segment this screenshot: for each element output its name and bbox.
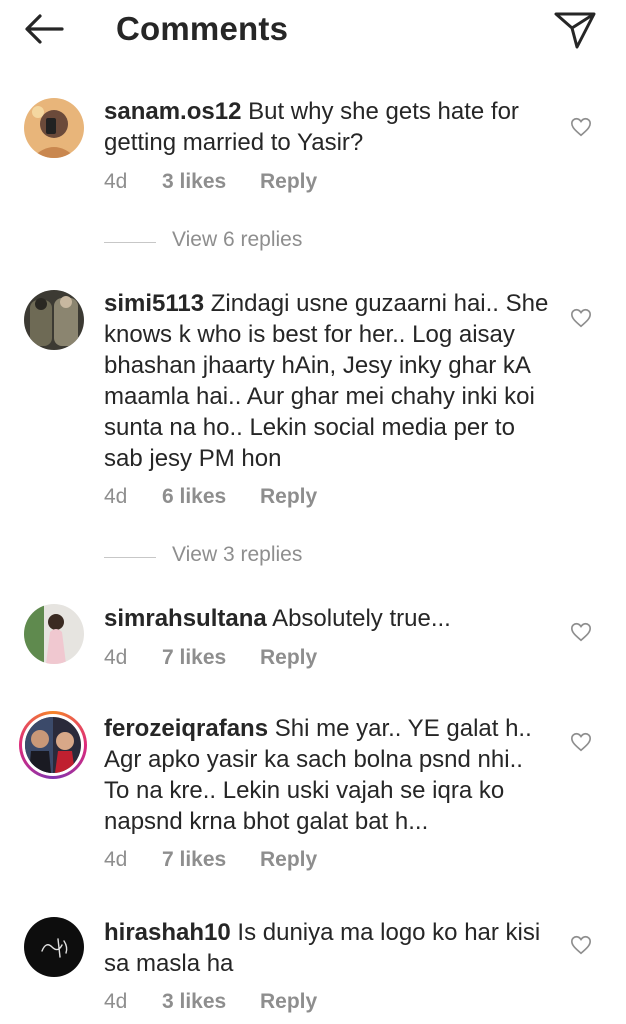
comment-meta: 4d 7 likes Reply — [104, 848, 317, 872]
back-arrow-icon — [25, 14, 64, 44]
heart-icon — [571, 308, 591, 328]
comment-text: simi5113 Zindagi usne guzaarni hai.. She… — [104, 288, 554, 474]
comment-time: 4d — [104, 848, 128, 871]
reply-button[interactable]: Reply — [260, 990, 317, 1014]
reply-button[interactable]: Reply — [260, 646, 317, 670]
comment-meta: 4d 3 likes Reply — [104, 990, 317, 1014]
heart-icon — [571, 117, 591, 137]
comment-body: Absolutely true... — [272, 605, 451, 632]
like-button[interactable] — [570, 307, 592, 329]
comment-time: 4d — [104, 646, 128, 669]
comment-username[interactable]: simi5113 — [104, 290, 204, 317]
back-button[interactable] — [22, 10, 66, 48]
heart-icon — [571, 622, 591, 642]
send-icon — [554, 12, 596, 49]
comment-body: Zindagi usne guzaarni hai.. She knows k … — [104, 290, 549, 472]
avatar[interactable] — [24, 290, 84, 350]
avatar[interactable] — [24, 98, 84, 158]
avatar-photo — [25, 717, 81, 773]
comment-likes[interactable]: 6 likes — [162, 485, 260, 509]
avatar-photo — [24, 290, 84, 350]
like-button[interactable] — [570, 934, 592, 956]
comment-likes[interactable]: 3 likes — [162, 990, 260, 1014]
comment-meta: 4d 7 likes Reply — [104, 646, 317, 670]
comment-text: hirashah10 Is duniya ma logo ko har kisi… — [104, 917, 554, 979]
comment-likes[interactable]: 3 likes — [162, 170, 260, 194]
comment-username[interactable]: hirashah10 — [104, 919, 231, 946]
view-replies-label: View 6 replies — [172, 228, 303, 251]
share-button[interactable] — [553, 8, 597, 52]
like-button[interactable] — [570, 621, 592, 643]
avatar-photo — [24, 98, 84, 158]
reply-button[interactable]: Reply — [260, 485, 317, 509]
top-bar: Comments — [0, 0, 626, 62]
like-button[interactable] — [570, 731, 592, 753]
comment-username[interactable]: sanam.os12 — [104, 98, 241, 125]
avatar-photo — [24, 917, 84, 977]
avatar[interactable] — [24, 604, 84, 664]
heart-icon — [571, 935, 591, 955]
view-replies-label: View 3 replies — [172, 543, 303, 566]
avatar — [22, 714, 84, 776]
comment-username[interactable]: simrahsultana — [104, 605, 267, 632]
divider-line — [104, 242, 156, 243]
comment-likes[interactable]: 7 likes — [162, 848, 260, 872]
heart-icon — [571, 732, 591, 752]
comment-text: ferozeiqrafans Shi me yar.. YE galat h..… — [104, 713, 554, 837]
avatar-story-ring[interactable] — [19, 711, 87, 779]
comment-meta: 4d 6 likes Reply — [104, 485, 317, 509]
comment-username[interactable]: ferozeiqrafans — [104, 715, 268, 742]
avatar[interactable] — [24, 917, 84, 977]
page-title: Comments — [116, 10, 289, 47]
comment-likes[interactable]: 7 likes — [162, 646, 260, 670]
divider-line — [104, 557, 156, 558]
comment-meta: 4d 3 likes Reply — [104, 170, 317, 194]
comment-text: sanam.os12 But why she gets hate for get… — [104, 96, 554, 158]
comment-time: 4d — [104, 170, 128, 193]
comment-text: simrahsultana Absolutely true... — [104, 603, 554, 634]
like-button[interactable] — [570, 116, 592, 138]
avatar-photo — [24, 604, 84, 664]
reply-button[interactable]: Reply — [260, 848, 317, 872]
comment-time: 4d — [104, 990, 128, 1013]
comment-time: 4d — [104, 485, 128, 508]
reply-button[interactable]: Reply — [260, 170, 317, 194]
